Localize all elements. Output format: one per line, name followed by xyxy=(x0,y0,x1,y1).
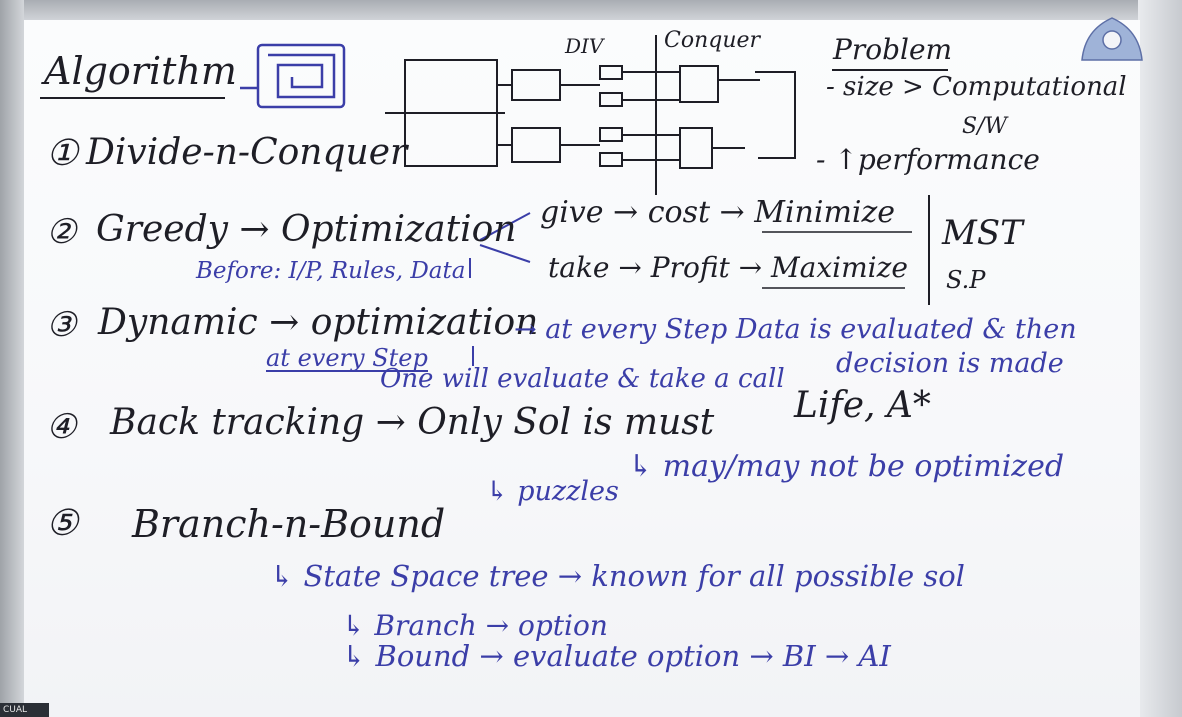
sp-label: S.P xyxy=(946,266,986,294)
problem-heading: Problem xyxy=(833,33,953,66)
backtracking-label: Back tracking → Only Sol is must xyxy=(110,402,715,443)
performance-line: - ↑performance xyxy=(816,143,1040,176)
problem-size-line: - size > Computational xyxy=(826,72,1127,102)
life-astar: Life, A* xyxy=(794,385,931,426)
sw-label: S/W xyxy=(962,114,1008,139)
greedy-label: Greedy → Optimization xyxy=(96,209,517,250)
dynamic-label: Dynamic → optimization xyxy=(98,302,539,343)
dynamic-one-will: One will evaluate & take a call xyxy=(380,364,785,394)
bound-evaluate-line: ↳ Bound → evaluate option → BI → AI xyxy=(342,639,891,673)
maze-icon xyxy=(240,43,346,109)
greedy-take-line: take → Profit → Maximize xyxy=(548,251,908,284)
item-number-2: ② xyxy=(46,212,77,252)
item-number-4: ④ xyxy=(46,407,77,447)
puzzles-label: ↳ puzzles xyxy=(486,476,619,507)
item-number-5: ⑤ xyxy=(46,503,79,544)
item-number-1: ① xyxy=(46,133,79,174)
branch-option-line: ↳ Branch → option xyxy=(342,609,608,642)
divide-conquer-diagram xyxy=(385,35,796,195)
divide-n-conquer-label: Divide-n-Conquer xyxy=(86,132,408,173)
branch-n-bound-label: Branch-n-Bound xyxy=(132,502,446,546)
state-space-line: ↳ State Space tree → known for all possi… xyxy=(270,559,965,593)
greedy-before-note: Before: I/P, Rules, Data xyxy=(196,258,466,284)
greedy-give-line: give → cost → Minimize xyxy=(540,195,896,230)
corner-label: CUAL xyxy=(0,703,49,717)
mst-label: MST xyxy=(942,213,1023,253)
may-not-optimized: ↳ may/may not be optimized xyxy=(628,449,1065,484)
logo-icon xyxy=(1081,17,1143,61)
dynamic-step-line: → at every Step Data is evaluated & then xyxy=(514,314,1077,345)
div-label: DIV xyxy=(565,34,604,58)
conquer-label: Conquer xyxy=(664,28,761,53)
item-number-3: ③ xyxy=(46,305,77,345)
dynamic-decision: decision is made xyxy=(836,348,1064,379)
page-title: Algorithm xyxy=(44,49,237,93)
